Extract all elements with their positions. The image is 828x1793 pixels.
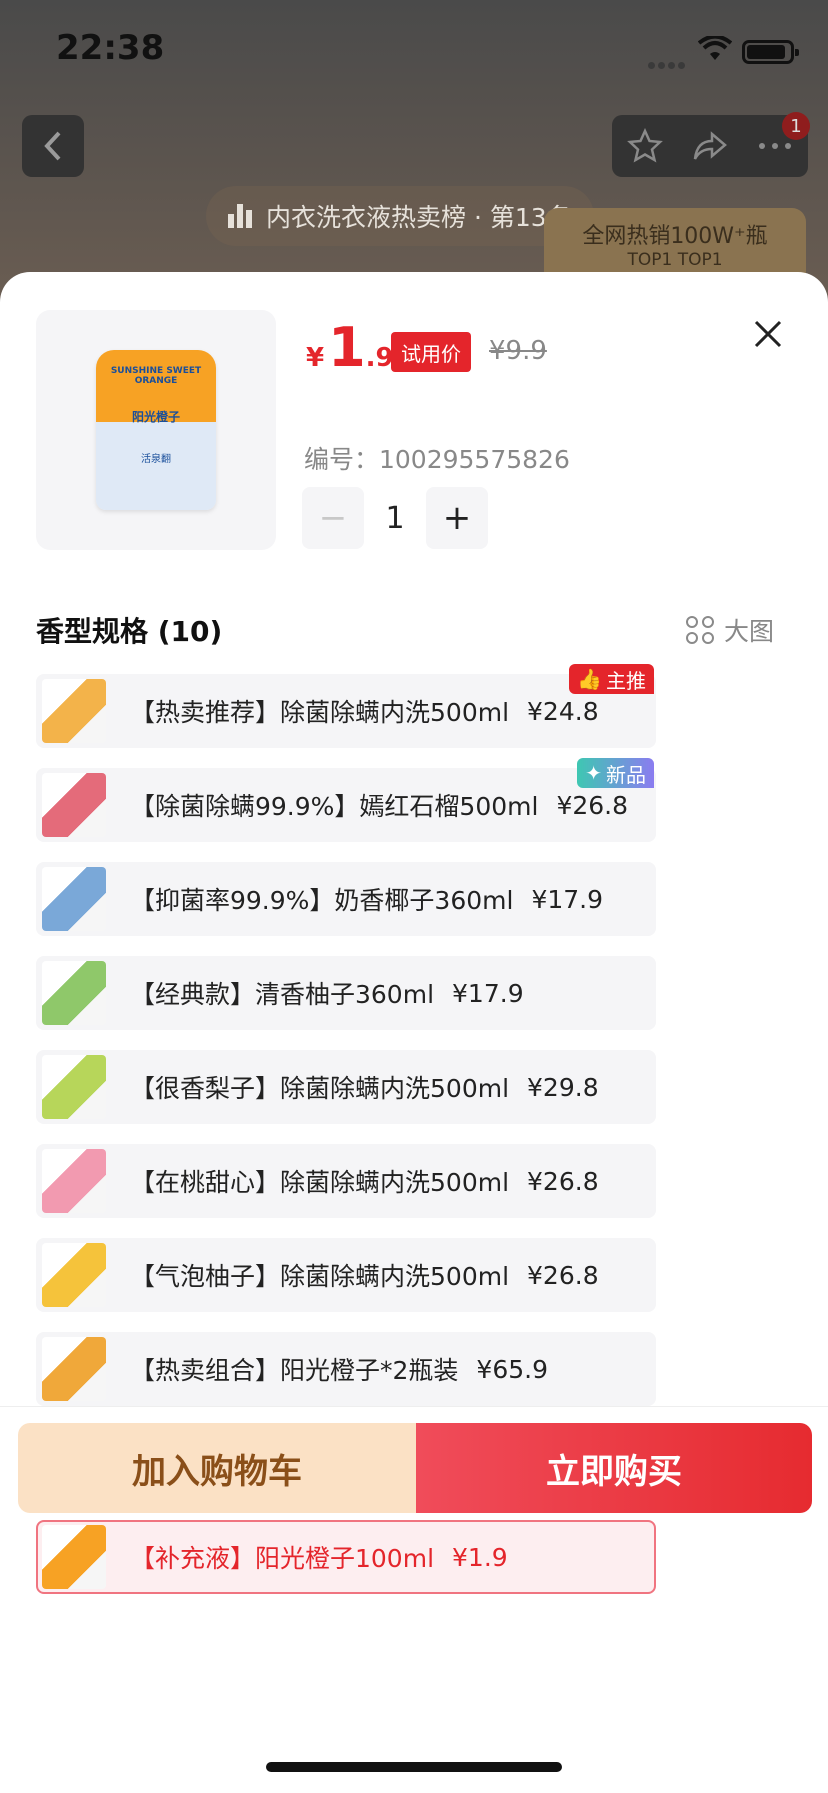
spec-option-thumbnail bbox=[42, 1525, 106, 1589]
recommended-badge: 👍 主推 bbox=[569, 664, 655, 694]
promo-line2: TOP1 TOP1 bbox=[627, 250, 723, 270]
spec-option-thumbnail bbox=[42, 961, 106, 1025]
message-count-badge: 1 bbox=[782, 112, 810, 140]
spec-option[interactable]: 【在桃甜心】除菌除螨内洗500ml ¥26.8 bbox=[36, 1144, 657, 1218]
more-icon bbox=[759, 143, 792, 149]
increase-quantity-button[interactable]: + bbox=[426, 487, 488, 549]
share-icon bbox=[693, 131, 727, 160]
spec-option-price: ¥17.9 bbox=[452, 978, 524, 1008]
new-product-badge: ✦ 新品 bbox=[577, 758, 655, 788]
spec-option[interactable]: 【热卖推荐】除菌除螨内洗500ml ¥24.8 👍 主推 bbox=[36, 664, 657, 748]
spec-option-label: 【经典款】清香柚子360ml bbox=[130, 980, 435, 1009]
bottom-action-bar: 加入购物车 立即购买 bbox=[0, 1406, 828, 1526]
spec-option-price: ¥17.9 bbox=[531, 884, 604, 914]
spec-option-label: 【热卖组合】阳光橙子*2瓶装 bbox=[130, 1356, 459, 1385]
spec-option[interactable]: 【经典款】清香柚子360ml ¥17.9 bbox=[36, 956, 657, 1030]
close-icon[interactable] bbox=[748, 314, 788, 354]
sparkle-icon: ✦ bbox=[585, 761, 603, 785]
share-button[interactable] bbox=[688, 124, 732, 168]
spec-option-thumbnail bbox=[42, 1243, 106, 1307]
favorite-button[interactable] bbox=[623, 124, 667, 168]
sku-selection-sheet: SUNSHINE SWEET ORANGE 阳光橙子 活泉翻 ¥ 1 .9 试用… bbox=[0, 272, 828, 1793]
promo-line1: 全网热销100W⁺瓶 bbox=[582, 224, 768, 249]
price-currency: ¥ bbox=[306, 343, 325, 373]
spec-option-thumbnail bbox=[42, 1149, 106, 1213]
signal-icon bbox=[648, 54, 688, 73]
home-indicator bbox=[266, 1762, 562, 1772]
badge-label: 新品 bbox=[606, 762, 647, 787]
spec-option-thumbnail bbox=[42, 1055, 106, 1119]
battery-icon bbox=[742, 40, 799, 64]
product-image[interactable]: SUNSHINE SWEET ORANGE 阳光橙子 活泉翻 bbox=[36, 310, 276, 550]
spec-option-price: ¥29.8 bbox=[527, 1072, 599, 1102]
decrease-quantity-button[interactable]: − bbox=[302, 487, 364, 549]
big-view-toggle[interactable]: 大图 bbox=[686, 612, 774, 648]
price-integer: 1 bbox=[328, 316, 366, 379]
spec-option-label: 【热卖推荐】除菌除螨内洗500ml bbox=[130, 698, 510, 727]
spec-option-label: 【除菌除螨99.9%】嫣红石榴500ml bbox=[130, 792, 539, 821]
price: ¥ 1 .9 bbox=[306, 316, 394, 386]
spec-option[interactable]: 【气泡柚子】除菌除螨内洗500ml ¥26.8 bbox=[36, 1238, 657, 1312]
product-image-en-text: SUNSHINE SWEET ORANGE bbox=[110, 366, 202, 387]
spec-option[interactable]: 【抑菌率99.9%】奶香椰子360ml ¥17.9 bbox=[36, 862, 657, 936]
spec-option-label: 【很香梨子】除菌除螨内洗500ml bbox=[130, 1074, 510, 1103]
spec-option-price: ¥1.9 bbox=[452, 1542, 508, 1572]
spec-option-price: ¥65.9 bbox=[476, 1354, 548, 1384]
spec-option-price: ¥24.8 bbox=[527, 696, 599, 726]
original-price: ¥9.9 bbox=[489, 336, 547, 366]
spec-option-price: ¥26.8 bbox=[527, 1260, 599, 1290]
spec-option-label: 【补充液】阳光橙子100ml bbox=[130, 1544, 435, 1573]
rank-banner-text: 内衣洗衣液热卖榜 · 第13名 bbox=[266, 203, 572, 232]
quantity-stepper: − 1 + bbox=[302, 487, 488, 549]
quantity-value[interactable]: 1 bbox=[364, 501, 426, 536]
spec-option[interactable]: 【很香梨子】除菌除螨内洗500ml ¥29.8 bbox=[36, 1050, 657, 1124]
spec-option[interactable]: 【热卖组合】阳光橙子*2瓶装 ¥65.9 bbox=[36, 1332, 657, 1406]
rank-banner[interactable]: 内衣洗衣液热卖榜 · 第13名 bbox=[206, 186, 594, 246]
spec-option-thumbnail bbox=[42, 773, 106, 837]
buy-now-button[interactable]: 立即购买 bbox=[416, 1423, 812, 1513]
spec-option-price: ¥26.8 bbox=[527, 1166, 599, 1196]
big-view-label: 大图 bbox=[724, 617, 775, 646]
spec-option[interactable]: 【除菌除螨99.9%】嫣红石榴500ml ¥26.8 ✦ 新品 bbox=[36, 758, 657, 842]
top-action-bar bbox=[612, 115, 808, 177]
spec-option-label: 【抑菌率99.9%】奶香椰子360ml bbox=[130, 886, 514, 915]
star-icon bbox=[626, 128, 663, 163]
spec-option[interactable]: 【补充液】阳光橙子100ml ¥1.9 bbox=[36, 1520, 657, 1594]
spec-option-thumbnail bbox=[42, 679, 106, 743]
status-time: 22:38 bbox=[56, 28, 165, 68]
spec-option-price: ¥26.8 bbox=[556, 790, 629, 820]
product-pouch-image: SUNSHINE SWEET ORANGE 阳光橙子 活泉翻 bbox=[96, 350, 216, 510]
spec-option-thumbnail bbox=[42, 867, 106, 931]
add-to-cart-button[interactable]: 加入购物车 bbox=[18, 1423, 416, 1513]
grid-icon bbox=[686, 616, 714, 644]
back-button[interactable] bbox=[22, 115, 84, 177]
product-image-brand: 活泉翻 bbox=[141, 454, 171, 465]
spec-option-label: 【气泡柚子】除菌除螨内洗500ml bbox=[130, 1262, 510, 1291]
trial-price-tag: 试用价 bbox=[391, 332, 471, 372]
spec-option-thumbnail bbox=[42, 1337, 106, 1401]
bar-chart-icon bbox=[228, 204, 252, 228]
wifi-icon bbox=[698, 36, 732, 60]
price-decimal: .9 bbox=[365, 343, 394, 373]
spec-option-label: 【在桃甜心】除菌除螨内洗500ml bbox=[130, 1168, 510, 1197]
chevron-left-icon bbox=[44, 131, 61, 161]
status-bar: 22:38 bbox=[0, 0, 828, 100]
thumbs-up-icon: 👍 bbox=[577, 667, 603, 691]
badge-label: 主推 bbox=[606, 668, 647, 693]
spec-section-title: 香型规格 (10) bbox=[36, 615, 223, 648]
product-image-cn-text: 阳光橙子 bbox=[131, 410, 180, 424]
sku-number: 编号：100295575826 bbox=[304, 445, 570, 474]
